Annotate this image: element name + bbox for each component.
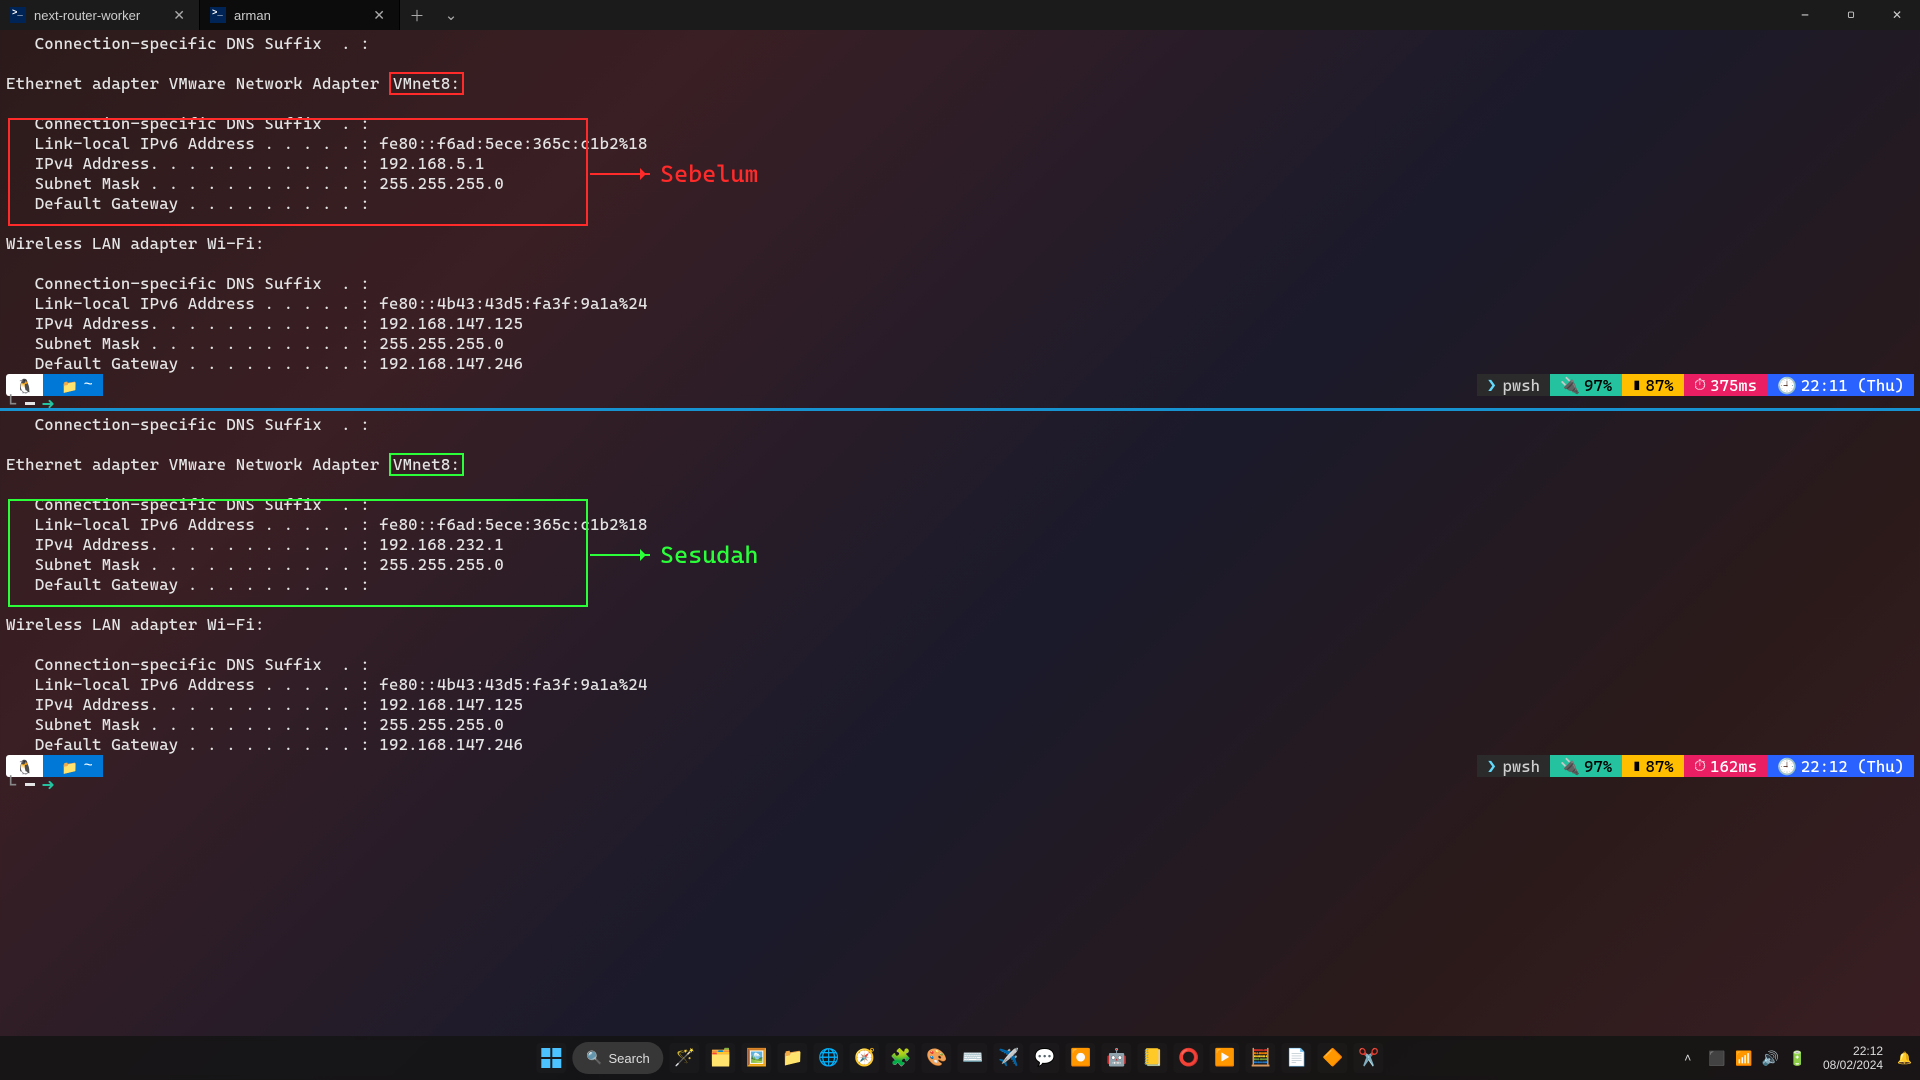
tab-title: next-router-worker — [34, 8, 140, 23]
close-icon[interactable]: ✕ — [369, 7, 389, 24]
hourglass-icon — [1694, 375, 1710, 395]
exec-time-segment: 375ms — [1684, 374, 1767, 396]
plug-icon — [1560, 376, 1584, 395]
figma-icon[interactable]: 🎨 — [922, 1043, 952, 1073]
notepad-icon[interactable]: 📒 — [1138, 1043, 1168, 1073]
exec-time-segment: 162ms — [1684, 755, 1767, 777]
terminal-icon[interactable]: ⌨️ — [958, 1043, 988, 1073]
start-button[interactable] — [536, 1043, 566, 1073]
word-icon[interactable]: 📄 — [1282, 1043, 1312, 1073]
volume-icon[interactable]: 🔊 — [1762, 1050, 1779, 1066]
clock-icon — [1777, 376, 1801, 395]
terminal-pane-top[interactable]: Connection-specific DNS Suffix . : Ether… — [0, 30, 1920, 408]
maximize-button[interactable]: ▢ — [1828, 0, 1874, 30]
cursor — [25, 402, 35, 405]
taskbar-search[interactable]: 🔍 Search — [572, 1042, 663, 1074]
chip-icon — [1632, 376, 1645, 395]
annotation-label-before: Sebelum — [660, 160, 758, 188]
clock-segment: 22:12 (Thu) — [1767, 755, 1914, 777]
titlebar: next-router-worker ✕ arman ✕ ＋ ⌄ — ▢ ✕ — [0, 0, 1920, 30]
clock-segment: 22:11 (Thu) — [1767, 374, 1914, 396]
taskbar: 🔍 Search 🪄 🗂️ 🖼️ 📁 🌐 🧭 🧩 🎨 ⌨️ ✈️ 💬 ⏺️ 🤖 … — [0, 1036, 1920, 1080]
minimize-button[interactable]: — — [1782, 0, 1828, 30]
obs-icon[interactable]: ⏺️ — [1066, 1043, 1096, 1073]
plug-icon — [1560, 757, 1584, 776]
app-icon[interactable]: ⭕ — [1174, 1043, 1204, 1073]
terminal-output: Connection-specific DNS Suffix . : Ether… — [6, 34, 1914, 374]
terminal-pane-bottom[interactable]: Connection-specific DNS Suffix . : Ether… — [0, 411, 1920, 780]
calculator-icon[interactable]: 🧮 — [1246, 1043, 1276, 1073]
prompt-arrow-bottom — [6, 775, 55, 794]
taskbar-center: 🔍 Search 🪄 🗂️ 🖼️ 📁 🌐 🧭 🧩 🎨 ⌨️ ✈️ 💬 ⏺️ 🤖 … — [536, 1042, 1383, 1074]
tab-title: arman — [234, 8, 271, 23]
terminal-panes: Connection-specific DNS Suffix . : Ether… — [0, 30, 1920, 780]
tux-icon — [16, 757, 33, 776]
os-segment — [6, 755, 43, 777]
powershell-icon — [210, 7, 226, 23]
tux-icon — [16, 376, 33, 395]
new-tab-button[interactable]: ＋ — [400, 0, 434, 30]
vmnet-highlight-before: VMnet8: — [389, 72, 464, 95]
file-explorer-icon[interactable]: 📁 — [778, 1043, 808, 1073]
snipping-tool-icon[interactable]: ✂️ — [1354, 1043, 1384, 1073]
search-icon: 🔍 — [586, 1050, 602, 1066]
windows-logo-icon — [541, 1048, 561, 1068]
search-label: Search — [608, 1051, 649, 1066]
prompt-row-top: ~ pwsh 97% 87% 375ms — [6, 374, 1914, 396]
app2-icon[interactable]: 🔶 — [1318, 1043, 1348, 1073]
tab-arman[interactable]: arman ✕ — [200, 0, 400, 30]
android-studio-icon[interactable]: 🤖 — [1102, 1043, 1132, 1073]
close-window-button[interactable]: ✕ — [1874, 0, 1920, 30]
folder-icon — [61, 376, 83, 395]
taskbar-time: 22:12 — [1823, 1044, 1883, 1058]
taskbar-right: ˄ ⬛ 📶 🔊 🔋 22:12 08/02/2024 🔔 — [1684, 1044, 1912, 1072]
hourglass-icon — [1694, 756, 1710, 776]
notifications-icon[interactable]: 🔔 — [1897, 1051, 1912, 1065]
clock-icon — [1777, 757, 1801, 776]
tab-dropdown-button[interactable]: ⌄ — [434, 0, 468, 30]
os-segment — [6, 374, 43, 396]
terminal-output: Connection-specific DNS Suffix . : Ether… — [6, 415, 1914, 755]
photos-icon[interactable]: 🖼️ — [742, 1043, 772, 1073]
shell-icon — [1487, 376, 1502, 395]
annotation-label-after: Sesudah — [660, 541, 758, 569]
copilot-icon[interactable]: 🪄 — [670, 1043, 700, 1073]
shell-icon — [1487, 757, 1502, 776]
discord-icon[interactable]: 💬 — [1030, 1043, 1060, 1073]
annotation-arrow-after: Sesudah — [590, 541, 758, 569]
wifi-icon[interactable]: 📶 — [1735, 1050, 1752, 1066]
edge-icon[interactable]: 🧭 — [850, 1043, 880, 1073]
taskbar-clock[interactable]: 22:12 08/02/2024 — [1823, 1044, 1883, 1072]
battery-icon[interactable]: 🔋 — [1789, 1050, 1806, 1066]
folder-icon — [61, 757, 83, 776]
vscode-icon[interactable]: 🧩 — [886, 1043, 916, 1073]
media-player-icon[interactable]: ▶️ — [1210, 1043, 1240, 1073]
window-controls: — ▢ ✕ — [1782, 0, 1920, 30]
task-view-icon[interactable]: 🗂️ — [706, 1043, 736, 1073]
telegram-icon[interactable]: ✈️ — [994, 1043, 1024, 1073]
chrome-icon[interactable]: 🌐 — [814, 1043, 844, 1073]
annotation-arrow-before: Sebelum — [590, 160, 758, 188]
system-tray[interactable]: ⬛ 📶 🔊 🔋 — [1705, 1050, 1809, 1067]
prompt-row-bottom: ~ pwsh 97% 87% 162ms — [6, 755, 1914, 777]
powershell-icon — [10, 7, 26, 23]
cursor — [25, 783, 35, 786]
vmnet-highlight-after: VMnet8: — [389, 453, 464, 476]
tray-overflow-button[interactable]: ˄ — [1684, 1051, 1691, 1065]
close-icon[interactable]: ✕ — [169, 7, 189, 24]
tray-app-icon[interactable]: ⬛ — [1708, 1050, 1725, 1066]
tab-next-router-worker[interactable]: next-router-worker ✕ — [0, 0, 200, 30]
taskbar-date: 08/02/2024 — [1823, 1058, 1883, 1072]
chip-icon — [1632, 757, 1645, 776]
